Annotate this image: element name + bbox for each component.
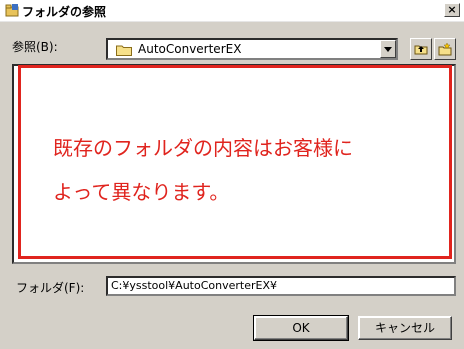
notice-line-1: 既存のフォルダの内容はお客様に	[53, 136, 353, 160]
folder-label: フォルダ(F):	[16, 281, 85, 295]
window-title: フォルダの参照	[22, 5, 107, 19]
folder-path-input[interactable]: C:¥ysstool¥AutoConverterEX¥	[106, 276, 456, 296]
dropdown-button[interactable]	[380, 40, 396, 58]
notice-text: 既存のフォルダの内容はお客様に よって異なります。	[53, 126, 433, 214]
app-icon	[5, 4, 19, 17]
new-folder-button[interactable]	[434, 38, 456, 60]
folder-up-icon	[414, 45, 428, 55]
notice-line-2: よって異なります。	[53, 180, 230, 204]
ok-button[interactable]: OK	[253, 315, 349, 341]
cancel-button[interactable]: キャンセル	[358, 316, 452, 340]
close-button[interactable]: ×	[444, 3, 460, 17]
title-bar: フォルダの参照 ×	[0, 0, 464, 22]
new-folder-icon	[438, 42, 452, 56]
folder-icon	[116, 45, 132, 56]
chevron-down-icon	[384, 47, 392, 52]
notice-box: 既存のフォルダの内容はお客様に よって異なります。	[18, 65, 452, 259]
up-one-level-button[interactable]	[410, 38, 432, 60]
lookin-label: 参照(B):	[12, 40, 58, 54]
lookin-value: AutoConverterEX	[138, 42, 242, 56]
lookin-combobox[interactable]: AutoConverterEX	[106, 38, 398, 60]
